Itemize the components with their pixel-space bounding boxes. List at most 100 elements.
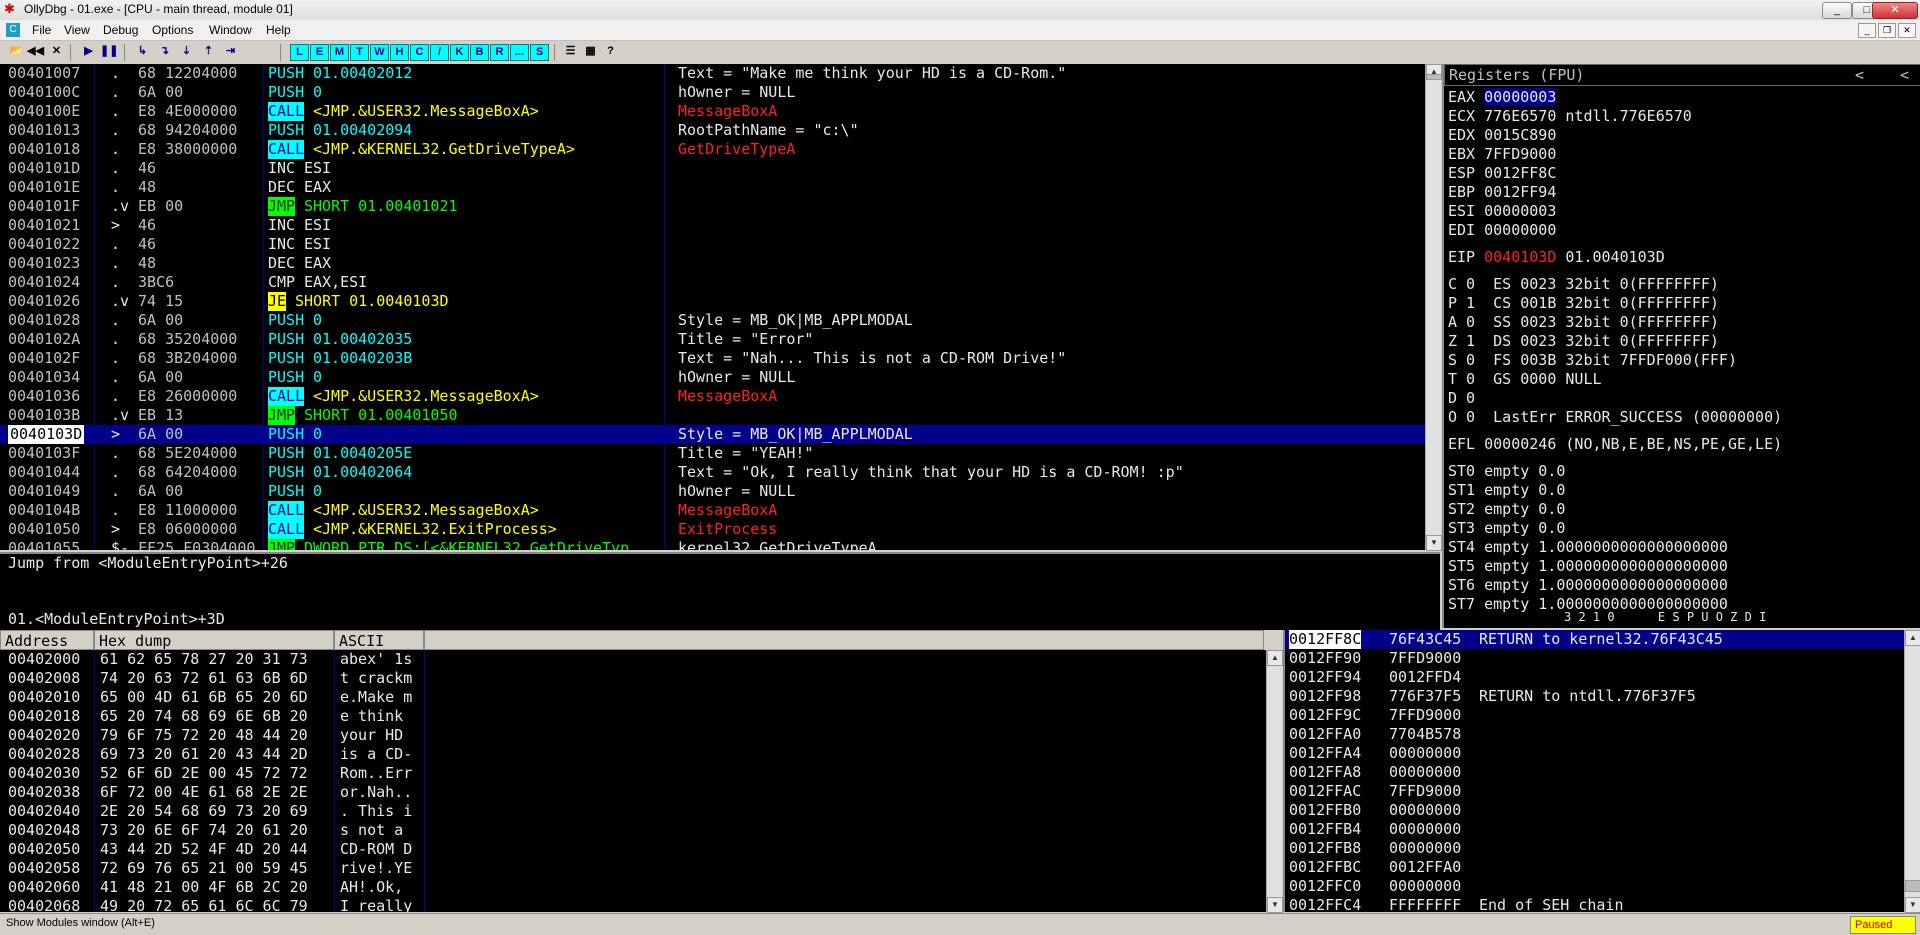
call-stack-window-button[interactable]: K [450,44,469,61]
disasm-row[interactable]: 00401049 . 6A 00 PUSH 0 hOwner = NULL [0,482,1425,501]
instruction-address[interactable]: 0040102F [8,349,80,368]
fpu-register-row[interactable]: ST2 empty 0.0 [1448,500,1565,519]
instruction-address[interactable]: 0040103F [8,444,80,463]
dump-hex-header[interactable]: Hex dump [94,630,334,650]
register-value[interactable]: 0012FF94 [1484,183,1556,201]
stack-row[interactable]: 0012FFB4 00000000 [1285,820,1905,839]
menu-help[interactable]: Help [262,22,295,38]
register-value[interactable]: 0040103D [1484,248,1556,266]
instruction-address[interactable]: 0040101E [8,178,80,197]
disasm-row[interactable]: 00401021 >46 INC ESI [0,216,1425,235]
register-row[interactable]: EDX 0015C890 [1448,126,1565,145]
disasm-row[interactable]: 0040102A . 68 35204000 PUSH 01.00402035 Titl… [0,330,1425,349]
disasm-row[interactable]: 0040103D >6A 00 PUSH 0 Style = MB_OK|MB_APP… [0,425,1425,444]
instruction-address[interactable]: 0040102A [8,330,80,349]
execute-till-return-icon[interactable]: ⇥ [222,43,239,60]
disasm-row[interactable]: 0040100E . E8 4E000000 CALL <JMP.&USER32.Me… [0,102,1425,121]
dump-row[interactable]: 00402008 74 20 63 72 61 63 6B 6D t crackm [0,669,1266,688]
dump-row[interactable]: 00402040 2E 20 54 68 69 73 20 69 . This i [0,802,1266,821]
register-row[interactable]: EIP 0040103D 01.0040103D [1448,248,1665,267]
instruction-address[interactable]: 00401055 [8,539,80,550]
stack-row[interactable]: 0012FFAC 7FFD9000 [1285,782,1905,801]
instruction-address[interactable]: 00401007 [8,64,80,83]
scroll-up-icon[interactable]: ▲ [1905,630,1920,646]
help-icon[interactable]: ? [602,43,619,60]
open-file-icon[interactable]: 📂 [8,43,25,60]
run-trace-window-button[interactable]: ... [510,44,529,61]
menu-options[interactable]: Options [148,22,197,38]
eflags-row[interactable]: EFL 00000246 (NO,NB,E,BE,NS,PE,GE,LE) [1448,435,1782,454]
windows-window-button[interactable]: W [370,44,389,61]
flag-segment-row[interactable]: O 0 LastErr ERROR_SUCCESS (00000000) [1448,408,1782,427]
stack-pane[interactable]: 0012FF8C 76F43C45 RETURN to kernel32.76F43… [1283,630,1905,912]
disasm-row[interactable]: 00401028 . 6A 00 PUSH 0 Style = MB_OK|MB_APP… [0,311,1425,330]
restart-icon[interactable]: ◀◀ [27,43,44,60]
disasm-row[interactable]: 0040101D . 46 INC ESI [0,159,1425,178]
scroll-thumb[interactable] [1426,74,1442,80]
scroll-down-icon[interactable]: ▼ [1267,897,1283,913]
menu-window[interactable]: Window [205,22,256,38]
dump-row[interactable]: 00402050 43 44 2D 52 4F 4D 20 44 CD-ROM D [0,840,1266,859]
fpu-register-row[interactable]: ST6 empty 1.0000000000000000000 [1448,576,1728,595]
instruction-address[interactable]: 00401034 [8,368,80,387]
stack-row[interactable]: 0012FFA4 00000000 [1285,744,1905,763]
disasm-row[interactable]: 0040103F . 68 5E204000 PUSH 01.0040205E Titl… [0,444,1425,463]
step-over-icon[interactable]: ↴ [156,43,173,60]
registers-header[interactable]: Registers (FPU) [1449,66,1584,84]
source-window-button[interactable]: S [530,44,549,61]
stack-row[interactable]: 0012FF90 7FFD9000 [1285,649,1905,668]
fpu-register-row[interactable]: ST0 empty 0.0 [1448,462,1565,481]
dump-row[interactable]: 00402010 65 00 4D 61 6B 65 20 6D e.Make m [0,688,1266,707]
disasm-row[interactable]: 00401050 > E8 06000000 CALL <JMP.&KERNEL32.… [0,520,1425,539]
instruction-address[interactable]: 00401024 [8,273,80,292]
menu-view[interactable]: View [60,22,94,38]
disasm-row[interactable]: 0040100C . 6A 00 PUSH 0 hOwner = NULL [0,83,1425,102]
disassembly-scrollbar[interactable]: ▲ ▼ [1425,64,1442,551]
threads-window-button[interactable]: T [350,44,369,61]
instruction-address[interactable]: 00401044 [8,463,80,482]
stack-row[interactable]: 0012FFA0 7704B578 [1285,725,1905,744]
cpu-window-button[interactable]: C [410,44,429,61]
stack-row[interactable]: 0012FF94 0012FFD4 [1285,668,1905,687]
register-row[interactable]: EDI 00000000 [1448,221,1565,240]
stack-scrollbar[interactable]: ▲ ▼ [1904,630,1920,913]
disasm-row[interactable]: 00401026 .v 74 15 JE SHORT 01.0040103D [0,292,1425,311]
menu-file[interactable]: File [28,22,55,38]
instruction-address[interactable]: 00401021 [8,216,80,235]
fpu-register-row[interactable]: ST5 empty 1.0000000000000000000 [1448,557,1728,576]
register-value[interactable]: 0015C890 [1484,126,1556,144]
stack-row[interactable]: 0012FFA8 00000000 [1285,763,1905,782]
register-value[interactable]: 00000003 [1484,202,1556,220]
flag-segment-row[interactable]: Z 1 DS 0023 32bit 0(FFFFFFFF) [1448,332,1719,351]
cpu-window-icon[interactable]: C [6,23,20,37]
instruction-address[interactable]: 0040100C [8,83,80,102]
instruction-address[interactable]: 0040101D [8,159,80,178]
register-value[interactable]: 0012FF8C [1484,164,1556,182]
instruction-address[interactable]: 00401013 [8,121,80,140]
instruction-address[interactable]: 00401026 [8,292,80,311]
disasm-row[interactable]: 00401007 . 68 12204000 PUSH 01.00402012 Text… [0,64,1425,83]
run-icon[interactable]: ▶ [80,43,97,60]
disasm-row[interactable]: 00401023 . 48 DEC EAX [0,254,1425,273]
dump-row[interactable]: 00402000 61 62 65 78 27 20 31 73 abex' 1s [0,650,1266,669]
stack-row[interactable]: 0012FFB8 00000000 [1285,839,1905,858]
stack-row[interactable]: 0012FFC0 00000000 [1285,877,1905,896]
registers-pane[interactable]: Registers (FPU) < < EAX 00000003 ECX 776… [1442,64,1920,628]
instruction-address[interactable]: 00401022 [8,235,80,254]
references-window-button[interactable]: R [490,44,509,61]
close-program-icon[interactable]: ✕ [48,43,65,60]
register-value[interactable]: 776E6570 [1484,107,1556,125]
minimize-button[interactable]: _ [1822,2,1852,19]
disasm-row[interactable]: 00401036 . E8 26000000 CALL <JMP.&USER32.Me… [0,387,1425,406]
trace-over-icon[interactable]: ⇡ [200,43,217,60]
instruction-address[interactable]: 00401036 [8,387,80,406]
instruction-address[interactable]: 0040104B [8,501,80,520]
stack-row[interactable]: 0012FF9C 7FFD9000 [1285,706,1905,725]
dump-row[interactable]: 00402068 49 20 72 65 61 6C 6C 79 I really [0,897,1266,912]
disasm-row[interactable]: 0040104B . E8 11000000 CALL <JMP.&USER32.Me… [0,501,1425,520]
stack-row[interactable]: 0012FFC4 FFFFFFFF End of SEH chain [1285,896,1905,912]
dump-address-header[interactable]: Address [0,630,94,650]
dump-row[interactable]: 00402060 41 48 21 00 4F 6B 2C 20 AH!.Ok, [0,878,1266,897]
instruction-address[interactable]: 00401023 [8,254,80,273]
pause-icon[interactable]: ❚❚ [100,43,118,60]
